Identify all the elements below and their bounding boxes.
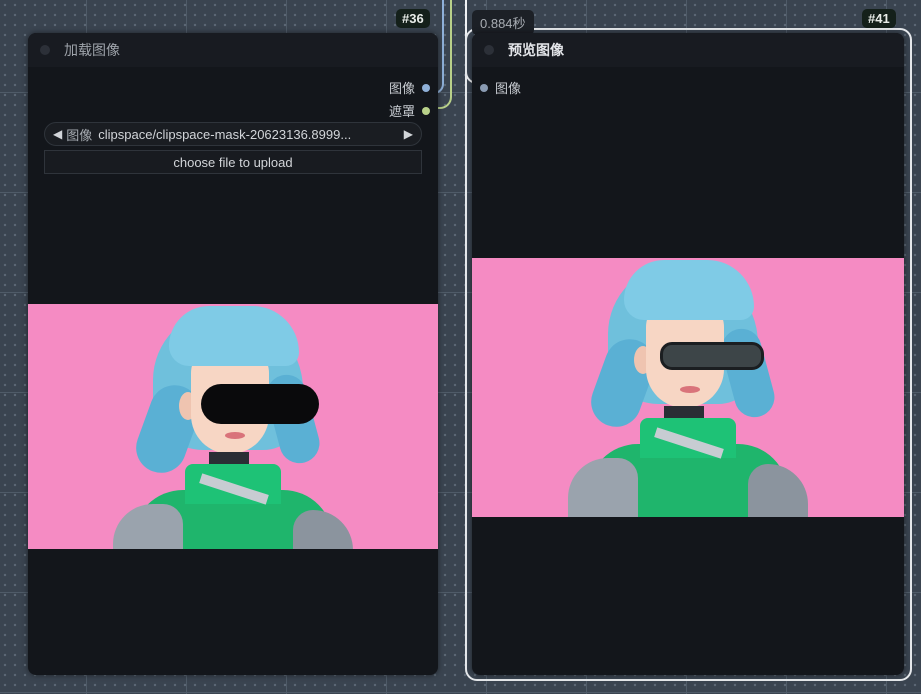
combo-next-arrow-icon[interactable]: ▶ [404,127,413,141]
combo-prev-arrow-icon[interactable]: ◀ [53,127,62,141]
collapse-toggle-icon[interactable] [484,45,494,55]
node-header[interactable]: 加载图像 [28,33,438,67]
node-id-badge: #41 [862,9,896,28]
node-title: 加载图像 [64,42,120,58]
combo-value: clipspace/clipspace-mask-20623136.8999..… [98,126,352,142]
execution-time-badge: 0.884秒 [472,10,534,35]
image-preview [472,258,904,517]
preview-image-node[interactable]: 预览图像 图像 [472,33,904,675]
output-slot-image[interactable]: 图像 [389,78,430,97]
node-title: 预览图像 [508,42,564,58]
mask-overlay [201,384,319,424]
combo-label: 图像 [66,127,93,143]
output-slot-label: 遮罩 [388,104,415,119]
choose-file-upload-button[interactable]: choose file to upload [44,150,422,174]
character-illustration [568,258,808,517]
output-slot-dot-icon[interactable] [422,106,430,115]
node-header[interactable]: 预览图像 [472,33,904,67]
output-slot-label: 图像 [388,81,415,96]
image-combo-widget[interactable]: ◀ 图像 clipspace/clipspace-mask-20623136.8… [44,122,422,146]
output-slot-mask[interactable]: 遮罩 [389,101,430,120]
output-slot-dot-icon[interactable] [422,83,430,92]
input-slot-image[interactable]: 图像 [480,78,521,97]
input-slot-label: 图像 [495,81,522,96]
image-preview [28,304,438,549]
input-slot-dot-icon[interactable] [480,83,488,92]
character-illustration [113,304,353,549]
collapse-toggle-icon[interactable] [40,45,50,55]
load-image-node[interactable]: 加载图像 图像 遮罩 ◀ 图像 clipspace/clipspace-mask… [28,33,438,675]
sunglasses [660,342,764,370]
node-id-badge: #36 [396,9,430,28]
